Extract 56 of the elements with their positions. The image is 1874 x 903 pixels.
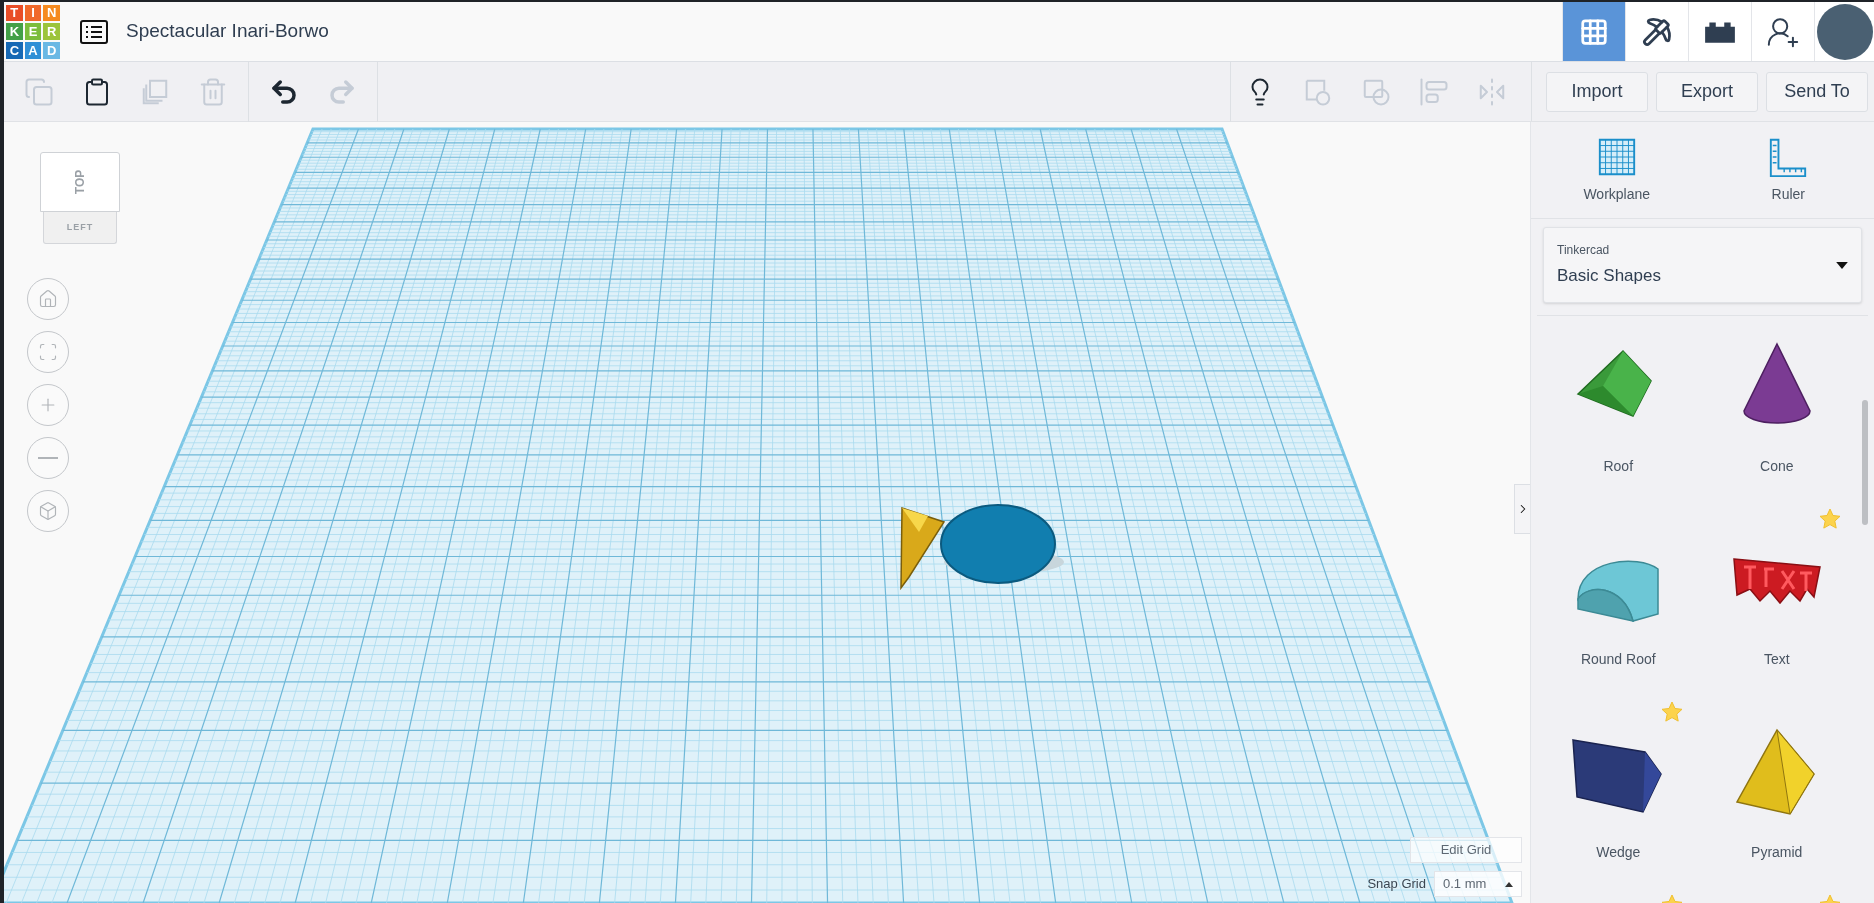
library-name: Basic Shapes — [1557, 265, 1661, 288]
logo-letter: I — [24, 4, 42, 22]
design-title[interactable]: Spectacular Inari-Borwo — [126, 17, 329, 46]
ellipsoid-object[interactable] — [940, 504, 1064, 584]
avatar-placeholder[interactable] — [1816, 3, 1873, 60]
workplane-button[interactable]: Workplane — [1531, 122, 1703, 218]
shape-label[interactable]: Wedge — [1596, 842, 1641, 863]
mirror-icon — [1477, 76, 1507, 107]
caret-up-icon — [1505, 881, 1513, 887]
library-source: Tinkercad — [1557, 242, 1610, 260]
cube-face-label: LEFT — [66, 220, 94, 234]
align-icon — [1419, 76, 1449, 107]
delete-icon — [198, 76, 228, 107]
logo-letter: K — [6, 23, 23, 40]
invite-button[interactable] — [1751, 2, 1814, 61]
logo-letter: T — [6, 4, 23, 22]
shape-label[interactable]: Round Roof — [1580, 649, 1656, 670]
snap-grid-label: Snap Grid — [1367, 875, 1426, 894]
star-icon[interactable] — [1659, 700, 1684, 724]
toolbar-button[interactable]: Send To — [1766, 71, 1868, 112]
list-icon[interactable] — [80, 19, 108, 44]
view-control-button[interactable] — [27, 278, 69, 320]
logo-letter: A — [24, 41, 42, 59]
view-tab[interactable] — [1688, 2, 1751, 61]
toolbar-button[interactable]: Import — [1546, 71, 1648, 112]
cube-icon — [38, 501, 58, 521]
star-icon[interactable] — [1818, 507, 1842, 531]
shape-label[interactable]: Pyramid — [1751, 842, 1803, 863]
view-control-button[interactable] — [27, 384, 69, 426]
shape-label[interactable]: Cone — [1760, 456, 1794, 477]
copy-icon — [24, 76, 54, 107]
view-control-button[interactable] — [27, 437, 69, 479]
view-control-button[interactable] — [27, 490, 69, 532]
scrollbar[interactable] — [1862, 400, 1868, 525]
fit-view-icon — [38, 342, 58, 362]
logo-letter: C — [6, 41, 23, 59]
logo-letter: D — [43, 41, 60, 59]
panel-collapse-handle[interactable] — [1514, 484, 1530, 534]
cube-face-label: TOP — [74, 169, 86, 195]
view-tab[interactable] — [1625, 2, 1688, 61]
toolbar-button[interactable]: Export — [1656, 71, 1758, 112]
home-icon — [38, 289, 58, 309]
snap-grid-dropdown[interactable]: 0.1 mm — [1434, 871, 1522, 897]
shape-label[interactable]: Text — [1763, 649, 1790, 670]
logo-letter: E — [24, 23, 42, 40]
shape-library-dropdown[interactable]: Tinkercad Basic Shapes — [1543, 227, 1862, 303]
caret-down-icon — [1836, 261, 1848, 269]
logo-letter: R — [43, 23, 60, 40]
triangle-object[interactable] — [900, 506, 946, 591]
app-logo[interactable]: T I N K E R C A D — [6, 4, 60, 59]
edit-grid-button[interactable]: Edit Grid — [1410, 837, 1522, 863]
ruler-button[interactable]: Ruler — [1702, 122, 1874, 218]
shape-label[interactable]: Roof — [1603, 456, 1634, 477]
view-control-button[interactable] — [27, 331, 69, 373]
pickaxe-icon — [1640, 16, 1674, 47]
logo-letter: N — [43, 4, 60, 22]
